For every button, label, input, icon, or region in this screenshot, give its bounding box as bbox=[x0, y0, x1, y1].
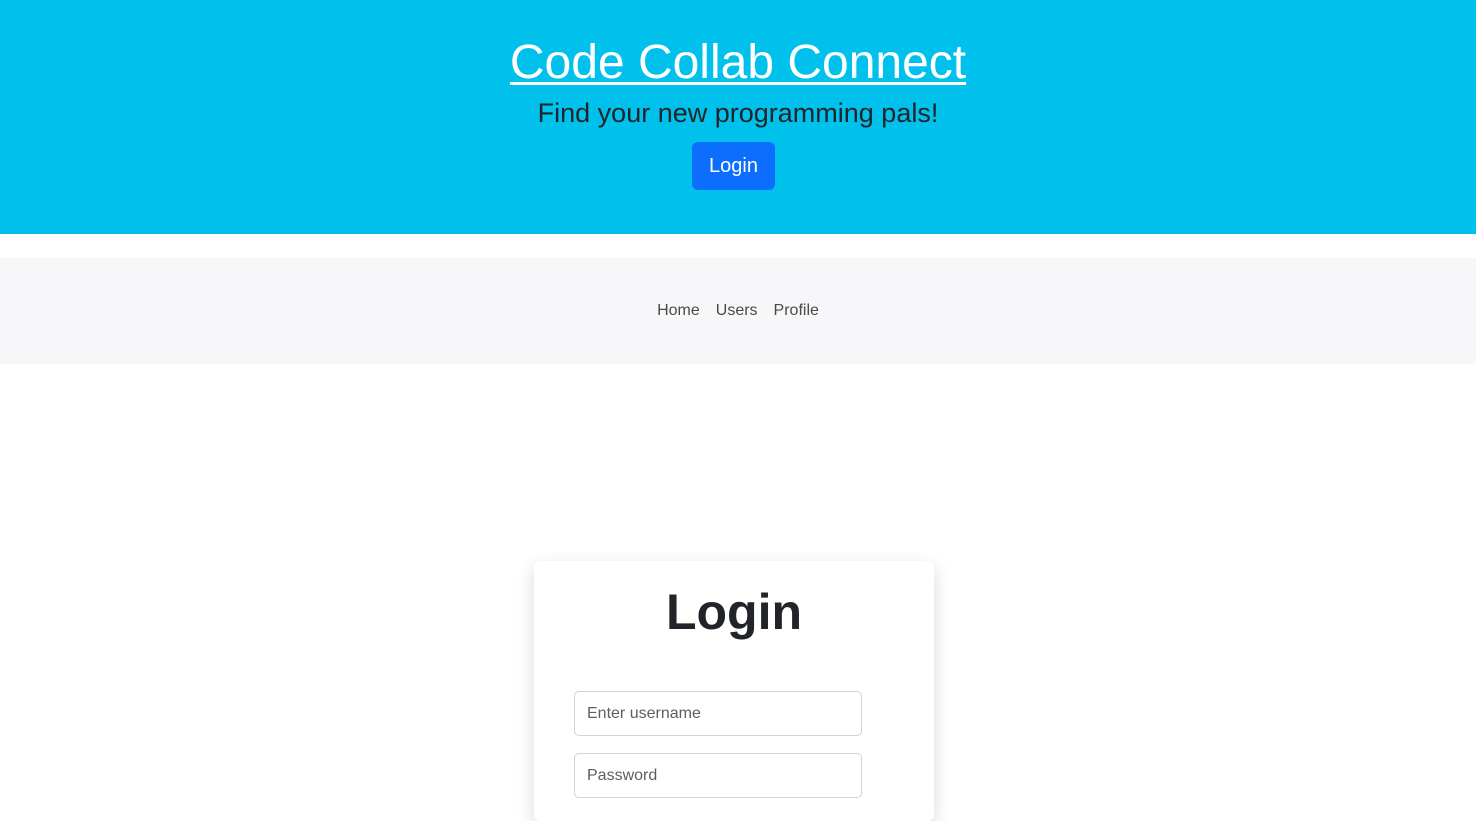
nav-item-users[interactable]: Users bbox=[716, 302, 758, 320]
login-card: Login bbox=[534, 561, 934, 821]
main-nav: Home Users Profile bbox=[0, 258, 1476, 364]
nav-item-home[interactable]: Home bbox=[657, 302, 700, 320]
login-title: Login bbox=[665, 584, 803, 640]
password-input[interactable] bbox=[574, 753, 862, 798]
hero-banner: Code Collab Connect Find your new progra… bbox=[0, 0, 1476, 234]
site-title-link[interactable]: Code Collab Connect bbox=[510, 36, 966, 89]
username-input[interactable] bbox=[574, 691, 862, 736]
site-tagline: Find your new programming pals! bbox=[537, 98, 939, 128]
header-login-button[interactable]: Login bbox=[692, 142, 775, 190]
site-title: Code Collab Connect bbox=[0, 34, 1476, 92]
nav-item-profile[interactable]: Profile bbox=[774, 302, 819, 320]
